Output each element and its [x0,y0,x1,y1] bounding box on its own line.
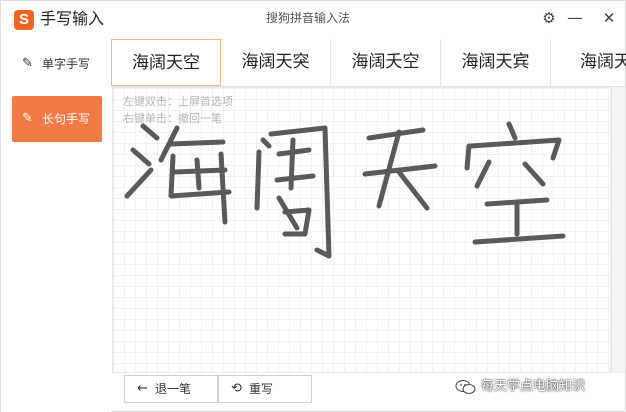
candidate-5[interactable]: 海阔天 [551,39,626,86]
ime-name: 搜狗拼音输入法 [266,11,351,25]
candidate-1[interactable]: 海阔天空 [111,39,221,86]
close-icon[interactable]: ✕ [599,8,619,28]
candidate-3[interactable]: 海阔夭空 [331,39,441,86]
rewrite-button[interactable]: ⟲ 重写 [218,375,312,403]
wechat-icon [455,379,476,394]
candidate-4[interactable]: 海阔天宾 [441,39,551,86]
sogou-logo: S [14,10,34,30]
sidebar-item-single-char[interactable]: ✎ 单字手写 [12,41,102,87]
stroke-kong [506,121,518,141]
handwriting-strokes [124,121,566,259]
pen-lines-icon: ✎ [22,111,33,126]
undo-stroke-label: 退一笔 [155,382,192,396]
rewrite-label: 重写 [249,382,274,396]
pad-scrollbar[interactable] [611,87,625,373]
stroke-kuo [260,137,272,149]
candidate-2[interactable]: 海阔天突 [221,39,331,86]
minimize-icon[interactable]: — [565,8,585,28]
app-title: 手写输入 [40,9,105,28]
handwriting-window: S 手写输入 搜狗拼音输入法 ⚙ — ✕ ✎ 单字手写 ✎ 长句手写 海阔天空 … [0,0,626,412]
gear-icon[interactable]: ⚙ [539,8,559,28]
watermark-text: 每天学点电脑知识 [481,379,586,394]
refresh-icon: ⟲ [231,381,242,396]
sidebar-item-label: 单字手写 [42,57,91,71]
candidate-bar: 海阔天空 海阔天突 海阔夭空 海阔天宾 海阔天 [111,39,626,87]
writing-pad[interactable]: 左键双击：上屏首选项 右键单击：撤回一笔 [112,87,611,373]
pen-icon: ✎ [22,56,33,71]
arrow-left-icon: ← [137,381,148,396]
stroke-hai [140,123,160,141]
undo-stroke-button[interactable]: ← 退一笔 [124,375,218,403]
sidebar-item-label: 长句手写 [42,112,91,126]
sidebar: ✎ 单字手写 ✎ 长句手写 [1,37,111,412]
watermark: 每天学点电脑知识 [455,377,585,397]
title-bar: S 手写输入 搜狗拼音输入法 ⚙ — ✕ [1,1,625,37]
sidebar-item-long-sentence[interactable]: ✎ 长句手写 [12,96,102,142]
